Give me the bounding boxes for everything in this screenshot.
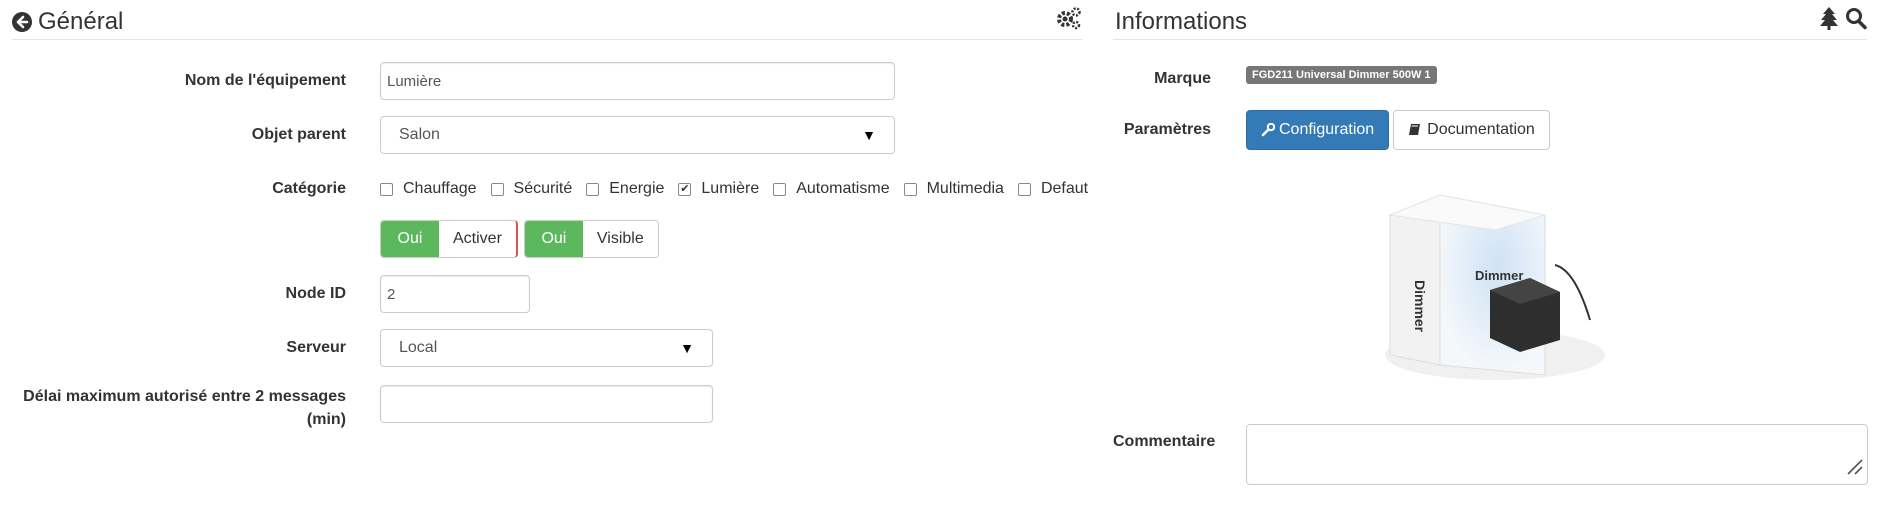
arrow-circle-left-icon[interactable] — [12, 12, 32, 32]
server-select[interactable]: Local ▼ — [380, 329, 713, 367]
category-label: Catégorie — [272, 180, 346, 197]
informations-tools — [1819, 6, 1867, 35]
documentation-button[interactable]: Documentation — [1393, 110, 1550, 150]
general-tools — [1056, 6, 1082, 35]
wrench-icon — [1261, 123, 1275, 137]
activate-on[interactable]: Oui — [381, 221, 439, 257]
category-label-text: Energie — [609, 180, 665, 197]
brand-badge: FGD211 Universal Dimmer 500W 1 — [1246, 66, 1437, 84]
checkbox[interactable] — [380, 182, 393, 196]
resize-handle-icon[interactable] — [1846, 458, 1864, 481]
server-value: Local — [399, 339, 438, 356]
category-lumiere[interactable]: ✔ Lumière — [678, 180, 759, 198]
category-automatisme[interactable]: Automatisme — [773, 180, 890, 198]
category-defaut[interactable]: Defaut — [1017, 180, 1089, 198]
activate-toggle[interactable]: Oui Activer — [380, 220, 518, 258]
toggles-row: Oui Activer Oui Visible — [380, 220, 659, 258]
informations-panel: Informations — [1113, 0, 1867, 40]
activate-label: Activer — [439, 221, 516, 257]
brand-row: Marque FGD211 Universal Dimmer 500W 1 — [1113, 66, 1437, 88]
delay-row: Délai maximum autorisé entre 2 messages … — [0, 385, 713, 431]
general-title: Général — [38, 8, 124, 35]
configuration-label: Configuration — [1279, 121, 1375, 138]
server-label: Serveur — [286, 339, 346, 356]
book-icon — [1408, 123, 1421, 137]
category-row: Catégorie Chauffage Sécurité Energie ✔ Lu… — [0, 180, 1088, 198]
name-row: Nom de l'équipement Lumière — [0, 62, 895, 100]
general-title-wrap: Général — [12, 8, 123, 36]
category-label-text: Automatisme — [796, 180, 890, 197]
product-image: Dimmer Dimmer — [1370, 170, 1620, 400]
category-label-text: Multimedia — [926, 180, 1004, 197]
parent-row: Objet parent Salon ▼ — [0, 116, 895, 154]
checkbox[interactable] — [586, 182, 600, 196]
product-box-text: Dimmer — [1412, 280, 1428, 333]
category-label-text: Chauffage — [403, 180, 477, 197]
node-label: Node ID — [285, 285, 346, 302]
checkbox[interactable] — [773, 182, 787, 196]
category-label-text: Sécurité — [513, 180, 573, 197]
visible-toggle[interactable]: Oui Visible — [523, 220, 659, 258]
general-legend: Général — [12, 0, 1082, 40]
configuration-button[interactable]: Configuration — [1246, 110, 1390, 150]
name-input[interactable]: Lumière — [380, 62, 895, 100]
node-row: Node ID 2 — [0, 275, 530, 313]
parent-value: Salon — [399, 126, 440, 143]
category-list: Chauffage Sécurité Energie ✔ Lumière Auto… — [380, 180, 1088, 198]
checkbox[interactable] — [903, 182, 917, 196]
category-multimedia[interactable]: Multimedia — [903, 180, 1004, 198]
checkbox[interactable] — [490, 182, 504, 196]
checkbox-checked[interactable]: ✔ — [678, 182, 692, 196]
delay-label: Délai maximum autorisé entre 2 messages … — [0, 385, 346, 431]
brand-label: Marque — [1154, 70, 1211, 87]
category-label-text: Defaut — [1040, 180, 1089, 197]
informations-title: Informations — [1115, 8, 1248, 35]
checkbox[interactable] — [1017, 182, 1031, 196]
server-row: Serveur Local ▼ — [0, 329, 713, 367]
documentation-label: Documentation — [1427, 121, 1535, 138]
chevron-down-icon: ▼ — [680, 340, 694, 356]
chevron-down-icon: ▼ — [862, 127, 876, 143]
general-panel: Général — [12, 0, 1082, 40]
node-input[interactable]: 2 — [380, 275, 530, 313]
visible-label: Visible — [582, 221, 658, 257]
informations-legend: Informations — [1113, 0, 1867, 40]
visible-on[interactable]: Oui — [524, 221, 583, 257]
search-icon[interactable] — [1845, 6, 1867, 35]
params-label: Paramètres — [1123, 121, 1211, 138]
parent-select[interactable]: Salon ▼ — [380, 116, 895, 154]
category-chauffage[interactable]: Chauffage — [380, 180, 477, 198]
cogs-icon[interactable] — [1056, 6, 1082, 35]
category-energie[interactable]: Energie — [586, 180, 664, 198]
parent-label: Objet parent — [251, 126, 346, 143]
name-label: Nom de l'équipement — [184, 72, 346, 89]
comment-textarea[interactable] — [1246, 424, 1868, 485]
category-securite[interactable]: Sécurité — [490, 180, 573, 198]
product-text: Dimmer — [1475, 268, 1523, 283]
tree-icon[interactable] — [1819, 6, 1839, 35]
delay-input[interactable] — [380, 385, 713, 423]
delay-label-line1: Délai maximum autorisé entre 2 messages — [23, 388, 346, 405]
category-label-text: Lumière — [701, 180, 760, 197]
comment-label: Commentaire — [1113, 433, 1216, 450]
comment-label-row: Commentaire — [1113, 433, 1216, 451]
params-row: Paramètres Configuration Documentation — [1113, 110, 1550, 150]
delay-label-line2: (min) — [306, 411, 346, 428]
